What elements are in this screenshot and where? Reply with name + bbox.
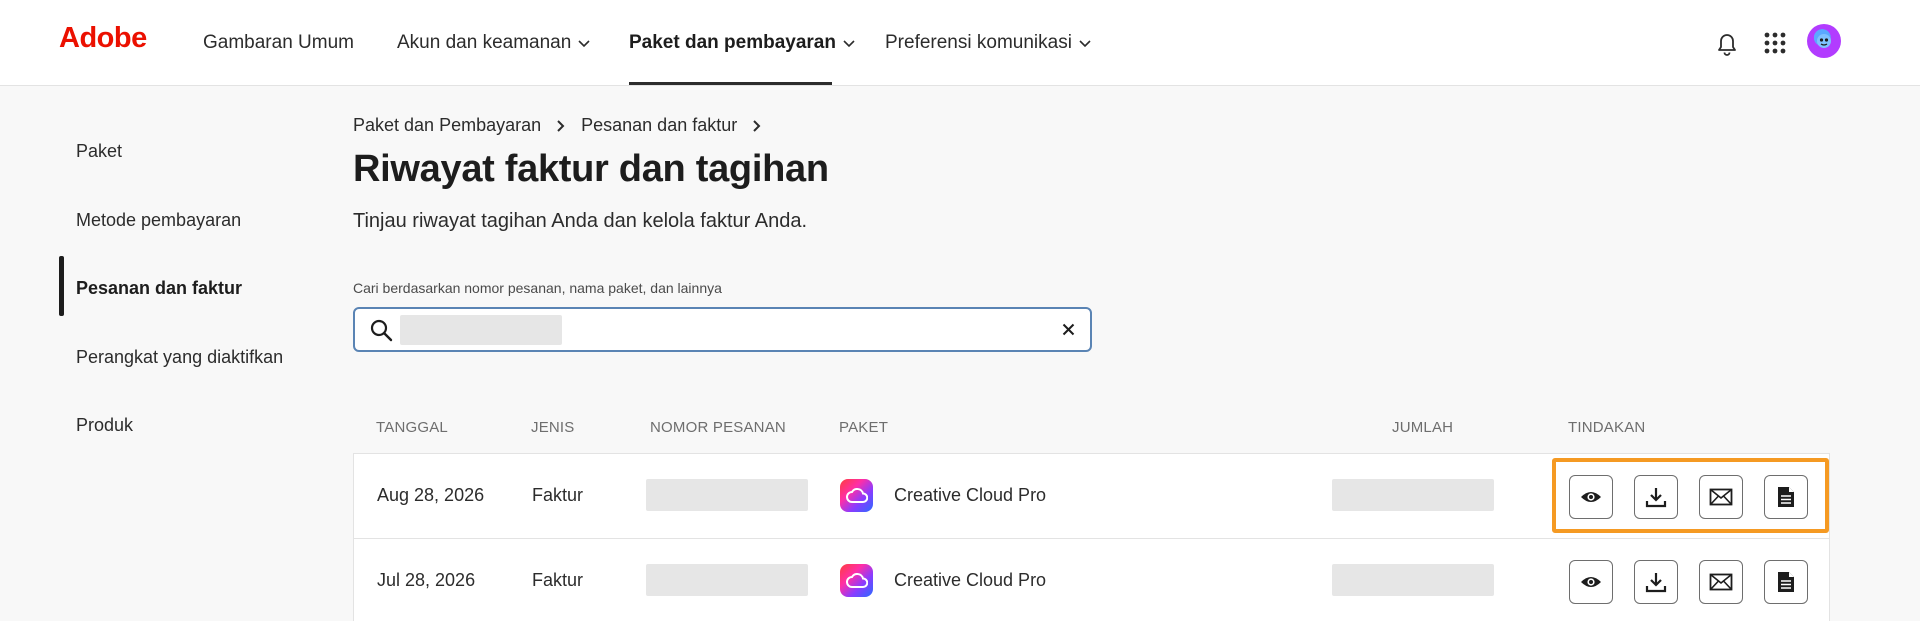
- nav-communication-preferences[interactable]: Preferensi komunikasi: [885, 32, 1092, 54]
- view-invoice-button[interactable]: [1569, 560, 1613, 604]
- column-header-actions: TINDAKAN: [1568, 419, 1646, 436]
- redacted-amount: [1332, 479, 1494, 511]
- nav-account-security-label: Akun dan keamanan: [397, 32, 572, 53]
- row-date: Jul 28, 2026: [377, 570, 476, 590]
- search-label: Cari berdasarkan nomor pesanan, nama pak…: [353, 280, 722, 296]
- column-header-date: TANGGAL: [376, 419, 448, 436]
- eye-icon: [1581, 577, 1601, 587]
- download-invoice-button[interactable]: [1634, 560, 1678, 604]
- top-navigation-bar: Adobe Gambaran Umum Akun dan keamanan Pa…: [0, 0, 1920, 86]
- nav-communication-preferences-label: Preferensi komunikasi: [885, 32, 1072, 53]
- redacted-order-number: [646, 479, 808, 511]
- nav-plans-payment[interactable]: Paket dan pembayaran: [629, 32, 856, 54]
- view-invoice-button[interactable]: [1569, 475, 1613, 519]
- column-header-order-number: NOMOR PESANAN: [650, 419, 786, 436]
- chevron-down-icon: [578, 40, 590, 48]
- sidebar-item-plans[interactable]: Paket: [76, 141, 122, 162]
- nav-overview-label: Gambaran Umum: [203, 32, 354, 53]
- row-type: Faktur: [532, 485, 584, 505]
- clear-search-button[interactable]: [1058, 319, 1078, 339]
- mail-icon: [1709, 573, 1733, 591]
- search-field: [353, 307, 1092, 352]
- avatar-face-icon: [1817, 34, 1831, 48]
- mail-icon: [1709, 488, 1733, 506]
- row-date: Aug 28, 2026: [377, 485, 485, 505]
- nav-account-security[interactable]: Akun dan keamanan: [397, 32, 591, 54]
- redacted-amount: [1332, 564, 1494, 596]
- apps-button[interactable]: [1757, 25, 1793, 61]
- sidebar-item-activated-devices[interactable]: Perangkat yang diaktifkan: [76, 347, 283, 368]
- search-input[interactable]: [400, 315, 1040, 345]
- column-header-amount: JUMLAH: [1392, 419, 1454, 436]
- nav-plans-payment-label: Paket dan pembayaran: [629, 32, 836, 53]
- creative-cloud-icon: [840, 564, 873, 597]
- nav-overview[interactable]: Gambaran Umum: [203, 32, 354, 54]
- adobe-logo[interactable]: Adobe: [59, 22, 147, 55]
- chevron-right-icon: [753, 119, 761, 132]
- search-icon: [370, 319, 393, 342]
- breadcrumb-orders-invoices[interactable]: Pesanan dan faktur: [581, 115, 737, 136]
- sidebar-active-indicator: [59, 256, 64, 316]
- column-header-plan: PAKET: [839, 419, 889, 436]
- document-button[interactable]: [1764, 475, 1808, 519]
- row-type: Faktur: [532, 570, 584, 590]
- download-icon: [1645, 573, 1667, 593]
- sidebar-item-payment-methods[interactable]: Metode pembayaran: [76, 210, 241, 231]
- chevron-right-icon: [557, 119, 565, 132]
- download-icon: [1645, 488, 1667, 508]
- eye-icon: [1581, 492, 1601, 502]
- page-title: Riwayat faktur dan tagihan: [353, 148, 829, 190]
- notifications-button[interactable]: [1709, 25, 1745, 61]
- email-invoice-button[interactable]: [1699, 475, 1743, 519]
- chevron-down-icon: [843, 40, 855, 48]
- breadcrumb: Paket dan Pembayaran Pesanan dan faktur: [353, 115, 763, 136]
- row-plan: Creative Cloud Pro: [894, 570, 1047, 590]
- download-invoice-button[interactable]: [1634, 475, 1678, 519]
- document-icon: [1778, 572, 1794, 592]
- sidebar-item-orders-invoices[interactable]: Pesanan dan faktur: [76, 278, 242, 299]
- email-invoice-button[interactable]: [1699, 560, 1743, 604]
- column-header-type: JENIS: [531, 419, 575, 436]
- document-button[interactable]: [1764, 560, 1808, 604]
- avatar[interactable]: [1807, 24, 1841, 58]
- bell-icon: [1718, 34, 1736, 56]
- apps-grid-icon: [1764, 32, 1786, 54]
- redacted-order-number: [646, 564, 808, 596]
- page-subtitle: Tinjau riwayat tagihan Anda dan kelola f…: [353, 210, 808, 232]
- document-icon: [1778, 487, 1794, 507]
- row-plan: Creative Cloud Pro: [894, 485, 1047, 505]
- breadcrumb-plans-payment[interactable]: Paket dan Pembayaran: [353, 115, 541, 136]
- sidebar-item-products[interactable]: Produk: [76, 415, 133, 436]
- active-nav-indicator: [629, 82, 832, 85]
- table-row: Aug 28, 2026 Faktur Creative Cloud Pro: [353, 453, 1830, 539]
- close-icon: [1062, 323, 1074, 335]
- chevron-down-icon: [1079, 40, 1091, 48]
- creative-cloud-icon: [840, 479, 873, 512]
- table-row: Jul 28, 2026 Faktur Creative Cloud Pro: [353, 538, 1830, 621]
